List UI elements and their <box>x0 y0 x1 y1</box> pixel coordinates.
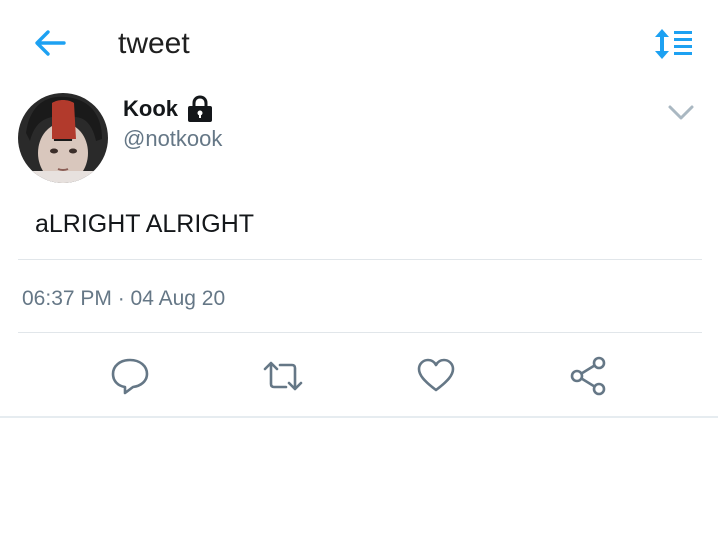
divider <box>18 332 702 333</box>
share-button[interactable] <box>566 354 610 398</box>
reply-button[interactable] <box>108 354 152 398</box>
author-name[interactable]: Kook <box>123 96 178 122</box>
speech-bubble-icon <box>111 358 149 395</box>
page-title: tweet <box>118 27 190 60</box>
divider <box>0 416 718 418</box>
avatar-image <box>18 93 108 183</box>
author-handle[interactable]: @notkook <box>123 126 222 152</box>
arrow-left-icon <box>35 30 66 56</box>
back-button[interactable] <box>30 26 70 60</box>
like-button[interactable] <box>414 354 458 398</box>
tweet-timestamp: 06:37 PM · 04 Aug 20 <box>22 287 226 310</box>
heart-icon <box>417 358 455 392</box>
avatar[interactable] <box>18 93 108 183</box>
sort-list-icon <box>655 29 692 59</box>
sort-button[interactable] <box>650 26 696 62</box>
share-icon <box>570 356 606 396</box>
tweet-menu-button[interactable] <box>665 100 697 126</box>
chevron-down-icon <box>668 105 694 120</box>
divider <box>18 259 702 260</box>
retweet-icon <box>263 361 303 391</box>
retweet-button[interactable] <box>261 354 305 398</box>
tweet-text: aLRIGHT ALRIGHT <box>35 210 255 238</box>
lock-icon <box>185 95 215 123</box>
